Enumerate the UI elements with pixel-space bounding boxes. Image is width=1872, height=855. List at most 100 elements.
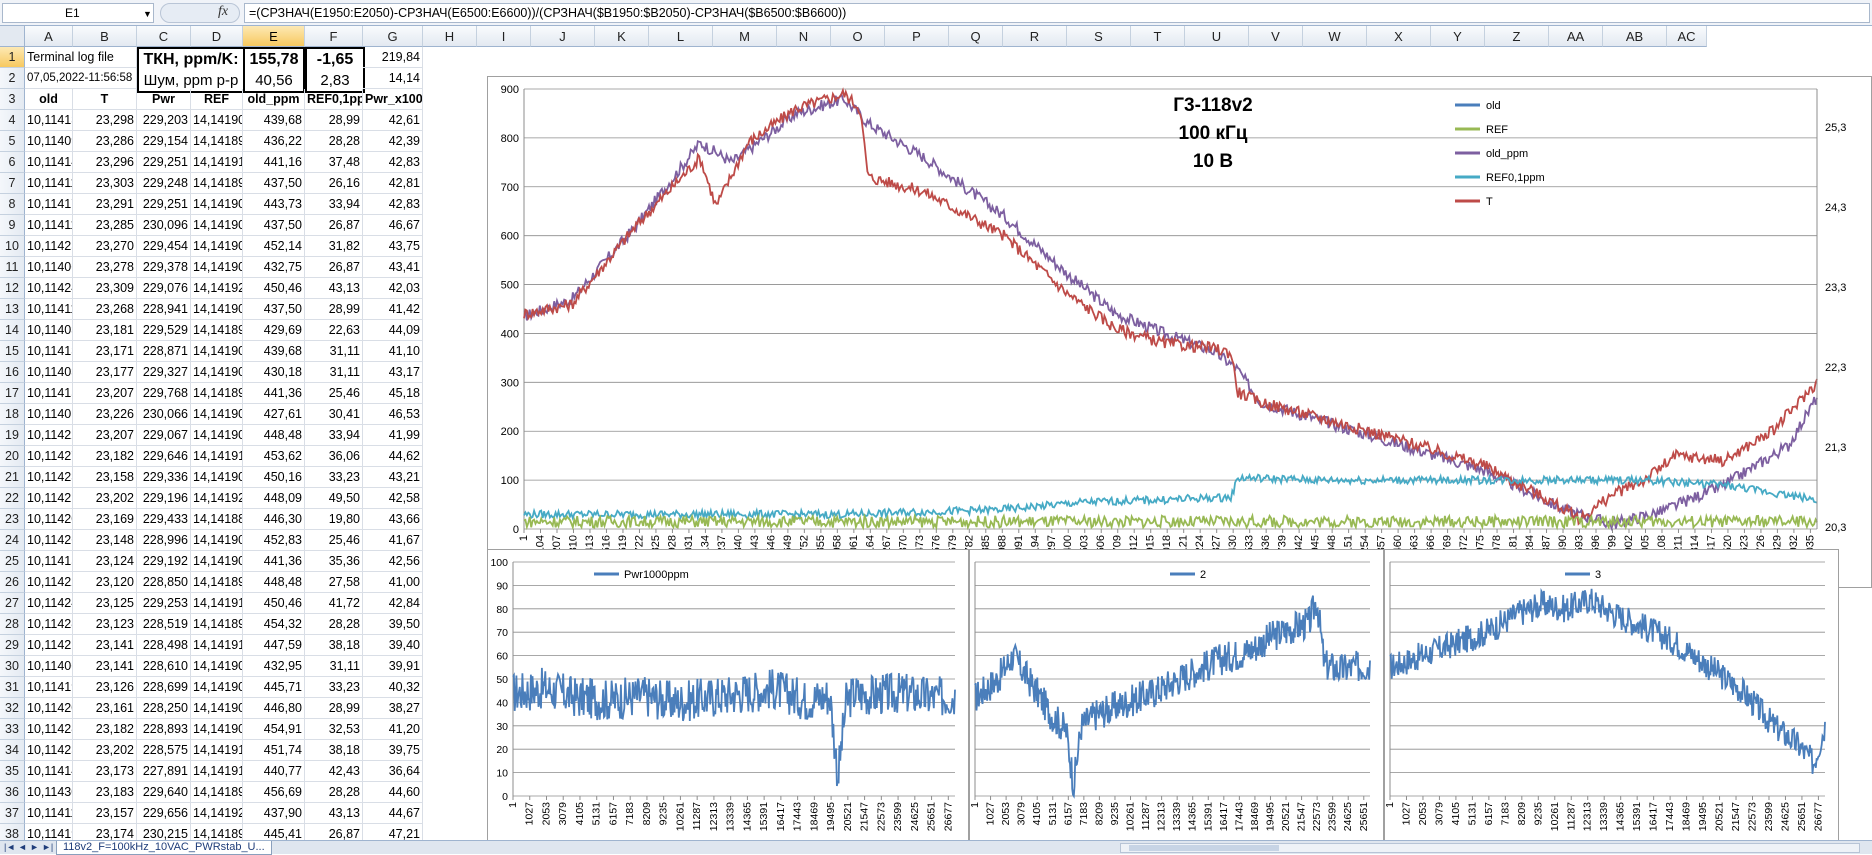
- table-cell[interactable]: 446,80: [243, 698, 305, 719]
- table-cell[interactable]: 23,173: [73, 761, 137, 782]
- table-cell[interactable]: 42,56: [363, 551, 423, 572]
- table-cell[interactable]: 23,226: [73, 404, 137, 425]
- table-cell[interactable]: 37,48: [305, 152, 363, 173]
- table-cell[interactable]: 49,50: [305, 488, 363, 509]
- column-header[interactable]: G: [363, 26, 423, 47]
- table-cell[interactable]: 10,114191: [25, 824, 73, 840]
- table-cell[interactable]: 42,83: [363, 194, 423, 215]
- row-header[interactable]: 37: [0, 803, 25, 824]
- table-cell[interactable]: 228,519: [137, 614, 191, 635]
- table-cell[interactable]: 28,99: [305, 110, 363, 131]
- table-cell[interactable]: 23,123: [73, 614, 137, 635]
- column-header[interactable]: I: [477, 26, 531, 47]
- table-cell[interactable]: 14,141900: [191, 110, 243, 131]
- row-header[interactable]: 18: [0, 404, 25, 425]
- main-chart[interactable]: 0 100 200 300 400 500 600 700 800 900 1 104 207 310 41…: [487, 76, 1872, 588]
- table-cell[interactable]: 44,60: [363, 782, 423, 803]
- table-cell[interactable]: 228,498: [137, 635, 191, 656]
- table-cell[interactable]: 229,251: [137, 194, 191, 215]
- column-header[interactable]: S: [1067, 26, 1131, 47]
- table-cell[interactable]: 14,141900: [191, 215, 243, 236]
- table-cell[interactable]: 26,87: [305, 215, 363, 236]
- table-cell[interactable]: 23,177: [73, 362, 137, 383]
- row-header[interactable]: 25: [0, 551, 25, 572]
- table-cell[interactable]: 441,36: [243, 551, 305, 572]
- table-cell[interactable]: 28,28: [305, 782, 363, 803]
- table-cell[interactable]: 42,81: [363, 173, 423, 194]
- chevron-down-icon[interactable]: ▼: [143, 9, 152, 19]
- table-cell[interactable]: 42,61: [363, 110, 423, 131]
- table-cell[interactable]: 451,74: [243, 740, 305, 761]
- table-cell[interactable]: 10,114115: [25, 803, 73, 824]
- table-cell[interactable]: 39,91: [363, 656, 423, 677]
- column-title[interactable]: REF0,1ppm: [305, 89, 363, 110]
- table-cell[interactable]: 42,58: [363, 488, 423, 509]
- table-cell[interactable]: 14,141912: [191, 152, 243, 173]
- table-cell[interactable]: 23,207: [73, 425, 137, 446]
- row-header[interactable]: 5: [0, 131, 25, 152]
- column-title[interactable]: T: [73, 89, 137, 110]
- table-cell[interactable]: 41,10: [363, 341, 423, 362]
- table-cell[interactable]: 10,114037: [25, 362, 73, 383]
- row-header[interactable]: 9: [0, 215, 25, 236]
- table-cell[interactable]: 44,62: [363, 446, 423, 467]
- row-header[interactable]: 20: [0, 446, 25, 467]
- table-cell[interactable]: 10,114200: [25, 509, 73, 530]
- cell-f1[interactable]: -1,65: [305, 47, 365, 72]
- table-cell[interactable]: 23,181: [73, 320, 137, 341]
- table-cell[interactable]: 432,75: [243, 257, 305, 278]
- table-cell[interactable]: 228,699: [137, 677, 191, 698]
- table-cell[interactable]: 23,171: [73, 341, 137, 362]
- table-cell[interactable]: 23,125: [73, 593, 137, 614]
- column-title[interactable]: REF: [191, 89, 243, 110]
- cell-e1-selected[interactable]: 155,78: [243, 47, 305, 72]
- table-cell[interactable]: 229,768: [137, 383, 191, 404]
- table-cell[interactable]: 25,46: [305, 530, 363, 551]
- table-cell[interactable]: 450,16: [243, 467, 305, 488]
- table-cell[interactable]: 43,41: [363, 257, 423, 278]
- table-cell[interactable]: 14,141904: [191, 236, 243, 257]
- row-header[interactable]: 19: [0, 425, 25, 446]
- table-cell[interactable]: 43,13: [305, 803, 363, 824]
- table-cell[interactable]: 228,871: [137, 341, 191, 362]
- table-cell[interactable]: 229,196: [137, 488, 191, 509]
- table-cell[interactable]: 33,23: [305, 677, 363, 698]
- table-cell[interactable]: 33,94: [305, 425, 363, 446]
- table-cell[interactable]: 14,141905: [191, 530, 243, 551]
- table-cell[interactable]: 14,141898: [191, 572, 243, 593]
- table-cell[interactable]: 23,303: [73, 173, 137, 194]
- table-cell[interactable]: 229,248: [137, 173, 191, 194]
- table-cell[interactable]: 230,066: [137, 404, 191, 425]
- row-header[interactable]: 7: [0, 173, 25, 194]
- table-cell[interactable]: 22,63: [305, 320, 363, 341]
- table-cell[interactable]: 14,141919: [191, 761, 243, 782]
- row-header[interactable]: 12: [0, 278, 25, 299]
- column-title[interactable]: Pwr: [137, 89, 191, 110]
- table-cell[interactable]: 443,73: [243, 194, 305, 215]
- row-header[interactable]: 11: [0, 257, 25, 278]
- table-cell[interactable]: 10,114242: [25, 593, 73, 614]
- table-cell[interactable]: 40,32: [363, 677, 423, 698]
- sheet-tab[interactable]: 118v2_F=100kHz_10VAC_PWRstab_U...: [56, 841, 272, 855]
- table-cell[interactable]: 23,141: [73, 635, 137, 656]
- table-cell[interactable]: 450,46: [243, 278, 305, 299]
- row-header[interactable]: 26: [0, 572, 25, 593]
- column-header[interactable]: AB: [1603, 26, 1667, 47]
- table-cell[interactable]: 450,46: [243, 593, 305, 614]
- table-cell[interactable]: 439,68: [243, 341, 305, 362]
- column-header[interactable]: AA: [1549, 26, 1603, 47]
- function-icon[interactable]: fx: [218, 4, 228, 20]
- row-header[interactable]: 36: [0, 782, 25, 803]
- row-header[interactable]: 33: [0, 719, 25, 740]
- table-cell[interactable]: 445,41: [243, 824, 305, 840]
- row-header[interactable]: 28: [0, 614, 25, 635]
- table-cell[interactable]: 10,114150: [25, 551, 73, 572]
- table-cell[interactable]: 14,141906: [191, 467, 243, 488]
- table-cell[interactable]: 14,141903: [191, 362, 243, 383]
- column-header[interactable]: B: [73, 26, 137, 47]
- pwr-chart[interactable]: 0 10 20 30 40 50 60 70 80 90 100 1 1027 2053 3079 4105 5…: [487, 549, 969, 840]
- table-cell[interactable]: 47,21: [363, 824, 423, 840]
- row-header[interactable]: 10: [0, 236, 25, 257]
- table-cell[interactable]: 39,40: [363, 635, 423, 656]
- table-cell[interactable]: 42,83: [363, 152, 423, 173]
